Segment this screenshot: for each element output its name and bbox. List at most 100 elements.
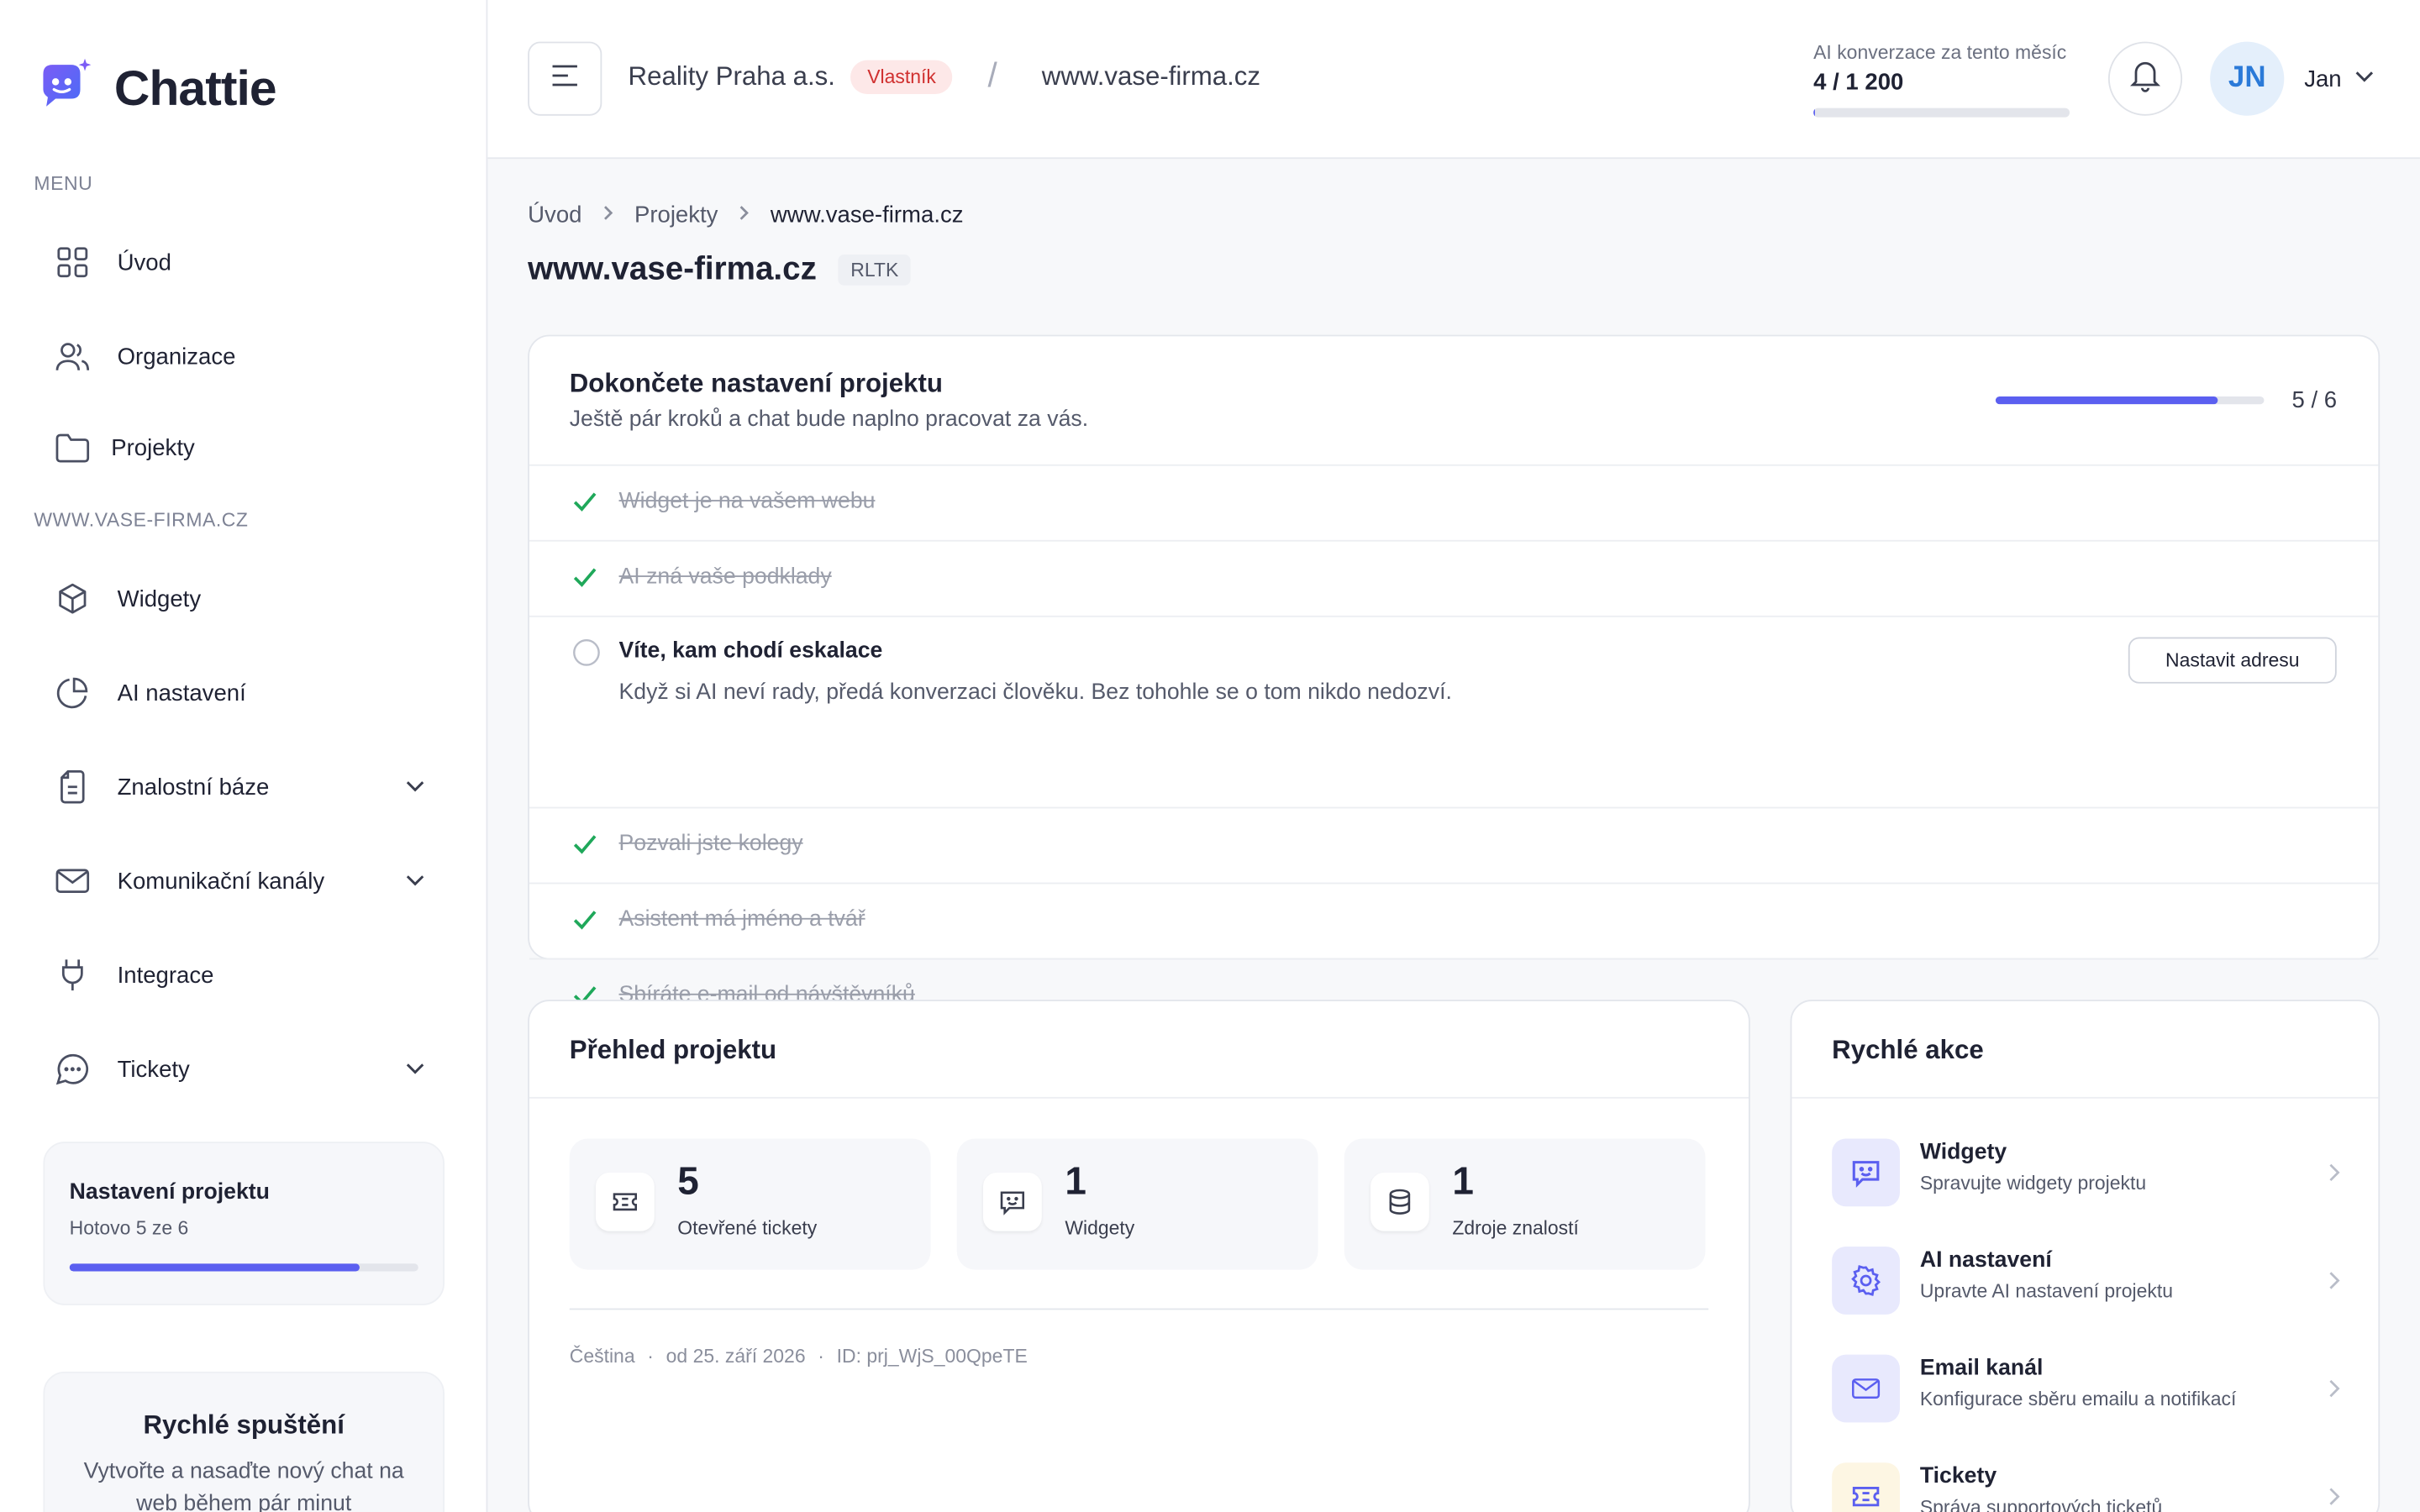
stat-label: Zdroje znalostí: [1452, 1217, 1579, 1239]
sidebar-item-znalostni-baze[interactable]: Znalostní báze: [52, 756, 438, 817]
gear-icon: [1832, 1247, 1900, 1315]
meta-separator: ·: [818, 1345, 824, 1368]
ticket-icon: [1832, 1462, 1900, 1512]
action-widgets[interactable]: Widgety Spravujte widgety projektu: [1832, 1134, 2341, 1211]
sidebar-item-label: Znalostní báze: [117, 774, 270, 801]
sidebar-item-uvod[interactable]: Úvod: [52, 232, 438, 293]
action-title: Tickety: [1919, 1464, 1997, 1489]
sidebar-item-komunikacni-kanaly[interactable]: Komunikační kanály: [52, 850, 438, 911]
sidebar-item-organizace[interactable]: Organizace: [52, 326, 438, 387]
sidebar-item-label: Integrace: [117, 962, 214, 989]
user-menu[interactable]: Jan: [2304, 65, 2375, 92]
mail-icon: [52, 861, 92, 901]
usage-label: AI konverzace za tento měsíc: [1813, 41, 2067, 64]
stat-knowledge-sources[interactable]: 1 Zdroje znalostí: [1344, 1138, 1706, 1270]
checklist-step[interactable]: Pozvali jste kolegy: [529, 808, 2379, 885]
breadcrumb-item[interactable]: Projekty: [634, 202, 718, 228]
action-subtitle: Konfigurace sběru emailu a notifikací: [1919, 1389, 2237, 1410]
chat-widget-icon: [1832, 1138, 1900, 1207]
project-setup-card[interactable]: Nastavení projektu Hotovo 5 ze 6: [43, 1142, 445, 1305]
empty-circle-icon: [572, 638, 600, 674]
meta-project-id: ID: prj_WjS_00QpeTE: [836, 1345, 1028, 1368]
database-icon: [1370, 1172, 1429, 1231]
sidebar-item-label: Úvod: [117, 249, 171, 276]
plug-icon: [52, 955, 92, 995]
action-title: Widgety: [1919, 1140, 2007, 1165]
chevron-right-icon: [2326, 1486, 2341, 1512]
step-description: Když si AI neví rady, předá konverzaci č…: [618, 680, 1452, 706]
breadcrumb-item[interactable]: Úvod: [528, 202, 581, 228]
chevron-down-icon: [404, 774, 426, 802]
app-logo[interactable]: Chattie: [34, 55, 277, 122]
sidebar-item-label: AI nastavení: [117, 680, 246, 706]
document-icon: [52, 767, 92, 807]
quick-start-card[interactable]: Rychlé spuštění Vytvořte a nasaďte nový …: [43, 1371, 445, 1512]
meta-language: Čeština: [569, 1345, 635, 1368]
menu-toggle-button[interactable]: [528, 41, 602, 116]
grid-icon: [52, 242, 92, 282]
set-address-button[interactable]: Nastavit adresu: [2128, 637, 2337, 684]
role-badge: Vlastník: [850, 60, 954, 95]
step-label: Pozvali jste kolegy: [618, 831, 803, 857]
action-subtitle: Správa supportových ticketů: [1919, 1496, 2163, 1512]
quick-actions-card: Rychlé akce Widgety Spravujte widgety pr…: [1790, 1000, 2381, 1512]
sidebar-item-widgety[interactable]: Widgety: [52, 568, 438, 629]
project-overview-card: Přehled projektu 5 Otevřené tickety 1 Wi…: [528, 1000, 1750, 1512]
checklist-step-active[interactable]: Víte, kam chodí eskalace Když si AI neví…: [529, 617, 2379, 809]
sidebar-item-projekty[interactable]: Projekty: [52, 417, 438, 478]
sidebar-item-label: Widgety: [117, 585, 202, 612]
project-code-badge: RLTK: [838, 255, 911, 286]
step-label: AI zná vaše podklady: [618, 564, 832, 590]
sidebar-item-integrace[interactable]: Integrace: [52, 944, 438, 1005]
hamburger-icon: [551, 64, 579, 93]
action-ai-settings[interactable]: AI nastavení Upravte AI nastavení projek…: [1832, 1242, 2341, 1320]
project-name[interactable]: www.vase-firma.cz: [1042, 61, 1260, 92]
sidebar-item-tickety[interactable]: Tickety: [52, 1038, 438, 1100]
avatar[interactable]: JN: [2210, 41, 2285, 116]
step-label: Widget je na vašem webu: [618, 489, 876, 514]
header-separator: /: [987, 55, 997, 95]
sidebar-item-ai-nastaveni[interactable]: AI nastavení: [52, 662, 438, 723]
breadcrumb-current: www.vase-firma.cz: [770, 202, 964, 228]
actions-header: Rychlé akce: [1791, 1001, 2379, 1099]
organization-name[interactable]: Reality Praha a.s.: [629, 61, 835, 92]
overview-divider: [569, 1308, 1709, 1310]
setup-card-title: Nastavení projektu: [69, 1180, 270, 1205]
chevron-right-icon: [2326, 1378, 2341, 1407]
action-email-channel[interactable]: Email kanál Konfigurace sběru emailu a n…: [1832, 1350, 2341, 1427]
usage-value: 4 / 1 200: [1813, 69, 1904, 96]
chevron-down-icon: [404, 869, 426, 896]
pie-chart-icon: [52, 673, 92, 713]
meta-created: od 25. září 2026: [666, 1345, 806, 1368]
stat-label: Otevřené tickety: [677, 1217, 818, 1239]
menu-section-label: MENU: [34, 172, 93, 195]
app-name: Chattie: [113, 60, 277, 116]
check-icon: [572, 566, 597, 596]
check-icon: [572, 491, 597, 520]
action-title: AI nastavení: [1919, 1247, 2052, 1273]
chevron-right-icon: [2326, 1270, 2341, 1299]
stat-open-tickets[interactable]: 5 Otevřené tickety: [569, 1138, 931, 1270]
stat-value: 1: [1065, 1160, 1086, 1204]
setup-title: Dokončete nastavení projektu: [569, 368, 943, 398]
stat-label: Widgety: [1065, 1217, 1135, 1239]
step-label: Asistent má jméno a tvář: [618, 906, 865, 932]
action-subtitle: Spravujte widgety projektu: [1919, 1172, 2147, 1194]
top-header: Reality Praha a.s. Vlastník / www.vase-f…: [487, 0, 2420, 160]
ai-usage: AI konverzace za tento měsíc 4 / 1 200: [1813, 42, 2070, 118]
sidebar-item-label: Organizace: [117, 343, 236, 370]
checklist-step[interactable]: Widget je na vašem webu: [529, 466, 2379, 542]
users-icon: [52, 336, 92, 376]
action-tickets[interactable]: Tickety Správa supportových ticketů: [1832, 1458, 2341, 1512]
overview-header: Přehled projektu: [529, 1001, 1749, 1099]
chat-widget-icon: [982, 1172, 1042, 1231]
setup-progress-count: 5 / 6: [2291, 387, 2338, 414]
checklist-step[interactable]: AI zná vaše podklady: [529, 542, 2379, 617]
notifications-button[interactable]: [2107, 41, 2183, 116]
meta-separator: ·: [647, 1345, 654, 1368]
setup-checklist-card: Dokončete nastavení projektu Ještě pár k…: [528, 334, 2381, 1007]
stat-widgets[interactable]: 1 Widgety: [956, 1138, 1318, 1270]
cube-icon: [52, 579, 92, 619]
checklist-step[interactable]: Asistent má jméno a tvář: [529, 884, 2379, 960]
page-title-text: www.vase-firma.cz: [528, 251, 817, 287]
